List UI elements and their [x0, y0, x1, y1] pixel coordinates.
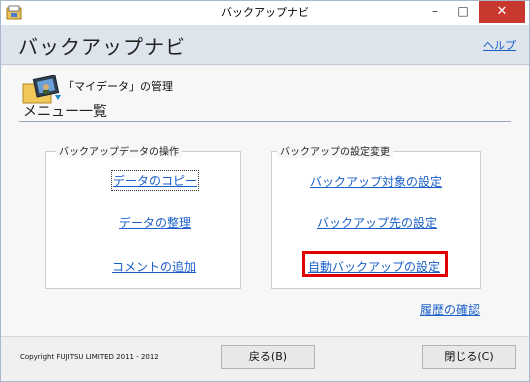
help-link[interactable]: ヘルプ	[483, 37, 516, 53]
organize-data-link[interactable]: データの整理	[119, 214, 191, 231]
page-title: バックアップナビ	[18, 35, 186, 59]
mydata-label: 「マイデータ」の管理	[63, 80, 173, 93]
close-button[interactable]: 閉じる(C)	[422, 345, 516, 369]
copy-data-link[interactable]: データのコピー	[110, 170, 200, 191]
title-bar[interactable]: バックアップナビ – □ ✕	[1, 1, 529, 25]
minimize-button[interactable]: –	[421, 1, 449, 23]
back-button[interactable]: 戻る(B)	[221, 345, 315, 369]
auto-backup-setting-link[interactable]: 自動バックアップの設定	[308, 258, 440, 275]
close-window-button[interactable]: ✕	[479, 1, 525, 23]
menu-heading: メニュー一覧	[23, 104, 107, 120]
copyright-text: Copyright FUJITSU LIMITED 2011 - 2012	[20, 353, 159, 361]
add-comment-link[interactable]: コメントの追加	[112, 258, 196, 275]
group-legend-backup-settings: バックアップの設定変更	[277, 143, 393, 158]
group-legend-data-operations: バックアップデータの操作	[56, 143, 182, 158]
maximize-button[interactable]: □	[449, 1, 477, 23]
history-link[interactable]: 履歴の確認	[420, 301, 480, 318]
backup-destination-setting-link[interactable]: バックアップ先の設定	[317, 214, 437, 231]
header-band: バックアップナビ ヘルプ	[1, 25, 529, 65]
backup-target-setting-link[interactable]: バックアップ対象の設定	[310, 173, 442, 190]
menu-divider	[19, 121, 511, 122]
app-window: バックアップナビ – □ ✕ バックアップナビ ヘルプ 「マイデータ」の管理 メ…	[0, 0, 530, 382]
